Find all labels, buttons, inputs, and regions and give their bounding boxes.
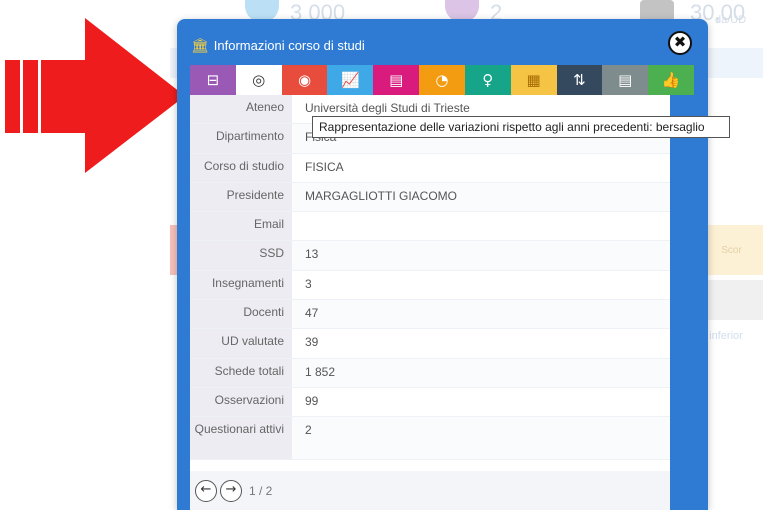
modal-title-text: Informazioni corso di studi: [213, 38, 365, 53]
prev-page-button[interactable]: ←: [195, 479, 217, 502]
toolbar-button-sort[interactable]: ⇅: [556, 65, 603, 95]
bg-stat-3-sub: da/UD: [715, 14, 747, 26]
thumbs-up-icon: 👍: [661, 71, 681, 89]
table-row: Corso di studio FISICA: [190, 153, 670, 183]
table-row: Schede totali 1 852: [190, 358, 670, 388]
table-row: Email: [190, 212, 670, 242]
toolbar-button-target[interactable]: ◎: [235, 65, 282, 95]
pointer-arrow-icon: [5, 18, 185, 173]
info-table: Ateneo Università degli Studi di Trieste D…: [190, 95, 670, 471]
toolbar-button-list[interactable]: ▤: [373, 65, 420, 95]
table-row: Questionari attivi 2: [190, 417, 670, 461]
toolbar-button-table[interactable]: ▦: [510, 65, 557, 95]
row-label: Corso di studio: [190, 153, 292, 182]
row-value: 3: [292, 270, 670, 300]
table-row: UD valutate 39: [190, 329, 670, 359]
row-label: UD valutate: [190, 329, 292, 358]
modal-footer: ← → 1 / 2: [190, 471, 670, 510]
row-label: Ateneo: [190, 95, 292, 124]
course-info-modal: 🏛 Informazioni corso di studi ✖ ⊟ ◎ ◉ 📈 ▤ ◔ ♀ ▦…: [177, 19, 708, 510]
row-label: Presidente: [190, 182, 292, 212]
row-value: 39: [292, 329, 670, 358]
tooltip: Rappresentazione delle variazioni rispet…: [312, 116, 730, 138]
list-alt-icon: ▤: [618, 71, 633, 89]
row-label: SSD: [190, 241, 292, 270]
close-button[interactable]: ✖: [668, 31, 692, 55]
row-value: [292, 212, 670, 241]
table-row: Insegnamenti 3: [190, 270, 670, 301]
row-value: 47: [292, 300, 670, 329]
toolbar-button-gauge[interactable]: ◔: [419, 65, 465, 95]
row-label: Osservazioni: [190, 387, 292, 417]
row-label: Insegnamenti: [190, 270, 292, 300]
lightbulb-icon: ♀: [482, 71, 494, 89]
row-value: 99: [292, 387, 670, 417]
list-icon: ▤: [389, 71, 404, 89]
view-toolbar: ⊟ ◎ ◉ 📈 ▤ ◔ ♀ ▦ ⇅ ▤ 👍: [190, 65, 694, 95]
row-label: Dipartimento: [190, 124, 292, 153]
row-value: 13: [292, 241, 670, 270]
row-value: FISICA: [292, 153, 670, 182]
modal-title: 🏛 Informazioni corso di studi: [191, 37, 365, 54]
bg-score-card: Scor: [700, 225, 763, 275]
toolbar-button-line-chart[interactable]: 📈: [327, 65, 374, 95]
row-label: Schede totali: [190, 358, 292, 387]
bullseye-icon: ◉: [297, 71, 312, 89]
row-label: Docenti: [190, 300, 292, 329]
toolbar-button-lightbulb[interactable]: ♀: [464, 65, 511, 95]
table-row: Osservazioni 99: [190, 387, 670, 418]
toolbar-button-presentation[interactable]: ⊟: [190, 65, 236, 95]
toolbar-button-thumbs-up[interactable]: 👍: [648, 65, 694, 95]
institution-icon: 🏛: [191, 37, 209, 53]
table-icon: ▦: [526, 71, 541, 89]
sort-icon: ⇅: [573, 71, 586, 89]
row-label: Email: [190, 212, 292, 241]
row-value: 1 852: [292, 358, 670, 387]
row-value: 2: [292, 417, 670, 460]
table-row: Presidente MARGAGLIOTTI GIACOMO: [190, 182, 670, 213]
toolbar-button-bullseye[interactable]: ◉: [281, 65, 328, 95]
page-indicator: 1 / 2: [249, 483, 273, 498]
target-icon: ◎: [252, 71, 266, 89]
row-label: Questionari attivi: [190, 417, 292, 460]
table-row: Docenti 47: [190, 300, 670, 330]
row-value: MARGAGLIOTTI GIACOMO: [292, 182, 670, 212]
gauge-icon: ◔: [435, 71, 449, 89]
toolbar-button-list-alt[interactable]: ▤: [602, 65, 649, 95]
table-row: SSD 13: [190, 241, 670, 271]
presentation-icon: ⊟: [206, 71, 220, 89]
next-page-button[interactable]: →: [220, 479, 242, 502]
line-chart-icon: 📈: [341, 71, 360, 89]
